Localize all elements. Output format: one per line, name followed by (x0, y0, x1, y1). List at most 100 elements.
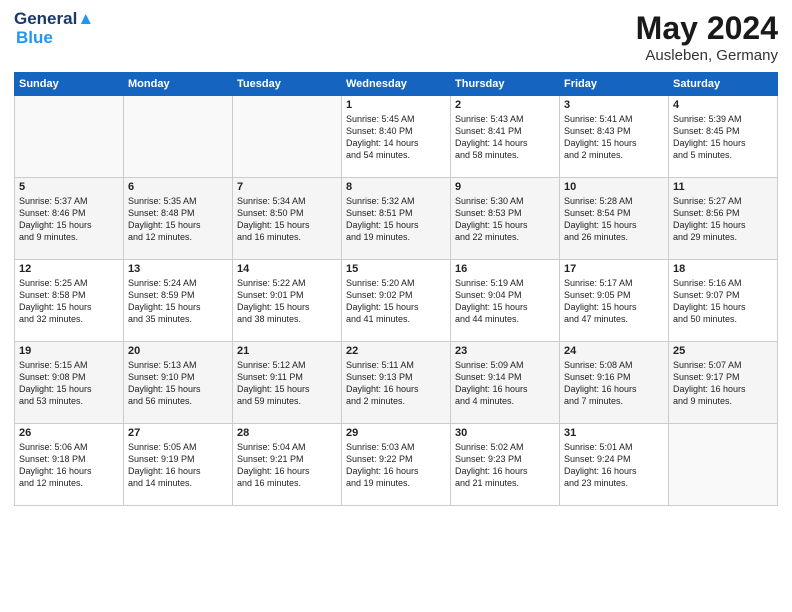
day-number: 2 (455, 99, 555, 111)
day-info: Sunrise: 5:04 AM Sunset: 9:21 PM Dayligh… (237, 441, 337, 490)
day-number: 10 (564, 181, 664, 193)
logo-blue: Blue (16, 29, 94, 48)
weekday-header-cell: Thursday (451, 73, 560, 96)
calendar-cell (15, 96, 124, 178)
day-info: Sunrise: 5:15 AM Sunset: 9:08 PM Dayligh… (19, 359, 119, 408)
calendar-cell: 25 Sunrise: 5:07 AM Sunset: 9:17 PM Dayli… (669, 342, 778, 424)
day-info: Sunrise: 5:16 AM Sunset: 9:07 PM Dayligh… (673, 277, 773, 326)
calendar-cell: 11Sunrise: 5:27 AM Sunset: 8:56 PM Dayli… (669, 178, 778, 260)
day-info: Sunrise: 5:12 AM Sunset: 9:11 PM Dayligh… (237, 359, 337, 408)
day-info: Sunrise: 5:30 AM Sunset: 8:53 PM Dayligh… (455, 195, 555, 244)
calendar-cell (233, 96, 342, 178)
calendar-cell: 15 Sunrise: 5:20 AM Sunset: 9:02 PM Dayli… (342, 260, 451, 342)
calendar-cell: 17 Sunrise: 5:17 AM Sunset: 9:05 PM Dayli… (560, 260, 669, 342)
day-info: Sunrise: 5:37 AM Sunset: 8:46 PM Dayligh… (19, 195, 119, 244)
day-number: 13 (128, 263, 228, 275)
day-number: 28 (237, 427, 337, 439)
calendar-cell (669, 424, 778, 506)
weekday-header-cell: Monday (124, 73, 233, 96)
weekday-header-cell: Sunday (15, 73, 124, 96)
day-number: 21 (237, 345, 337, 357)
day-number: 7 (237, 181, 337, 193)
day-info: Sunrise: 5:08 AM Sunset: 9:16 PM Dayligh… (564, 359, 664, 408)
calendar-cell: 5 Sunrise: 5:37 AM Sunset: 8:46 PM Daylig… (15, 178, 124, 260)
day-info: Sunrise: 5:24 AM Sunset: 8:59 PM Dayligh… (128, 277, 228, 326)
day-info: Sunrise: 5:34 AM Sunset: 8:50 PM Dayligh… (237, 195, 337, 244)
logo-text: General▲ (14, 10, 94, 29)
calendar-cell: 19Sunrise: 5:15 AM Sunset: 9:08 PM Dayli… (15, 342, 124, 424)
day-number: 1 (346, 99, 446, 111)
day-info: Sunrise: 5:25 AM Sunset: 8:58 PM Dayligh… (19, 277, 119, 326)
day-info: Sunrise: 5:45 AM Sunset: 8:40 PM Dayligh… (346, 113, 446, 162)
calendar-cell: 12 Sunrise: 5:25 AM Sunset: 8:58 PM Dayli… (15, 260, 124, 342)
calendar-cell: 30 Sunrise: 5:02 AM Sunset: 9:23 PM Dayli… (451, 424, 560, 506)
calendar-cell: 8 Sunrise: 5:32 AM Sunset: 8:51 PM Daylig… (342, 178, 451, 260)
day-number: 15 (346, 263, 446, 275)
calendar-table: SundayMondayTuesdayWednesdayThursdayFrid… (14, 72, 778, 506)
title-block: May 2024 Ausleben, Germany (636, 10, 778, 64)
location: Ausleben, Germany (636, 47, 778, 64)
day-number: 23 (455, 345, 555, 357)
day-info: Sunrise: 5:28 AM Sunset: 8:54 PM Dayligh… (564, 195, 664, 244)
day-number: 17 (564, 263, 664, 275)
day-number: 3 (564, 99, 664, 111)
day-info: Sunrise: 5:01 AM Sunset: 9:24 PM Dayligh… (564, 441, 664, 490)
day-number: 30 (455, 427, 555, 439)
day-info: Sunrise: 5:02 AM Sunset: 9:23 PM Dayligh… (455, 441, 555, 490)
calendar-cell: 16Sunrise: 5:19 AM Sunset: 9:04 PM Dayli… (451, 260, 560, 342)
day-info: Sunrise: 5:35 AM Sunset: 8:48 PM Dayligh… (128, 195, 228, 244)
month-title: May 2024 (636, 10, 778, 47)
weekday-header-cell: Saturday (669, 73, 778, 96)
day-number: 31 (564, 427, 664, 439)
day-info: Sunrise: 5:03 AM Sunset: 9:22 PM Dayligh… (346, 441, 446, 490)
calendar-cell: 10 Sunrise: 5:28 AM Sunset: 8:54 PM Dayli… (560, 178, 669, 260)
day-number: 8 (346, 181, 446, 193)
day-info: Sunrise: 5:13 AM Sunset: 9:10 PM Dayligh… (128, 359, 228, 408)
calendar-cell: 4 Sunrise: 5:39 AM Sunset: 8:45 PM Daylig… (669, 96, 778, 178)
day-number: 24 (564, 345, 664, 357)
calendar-week-row: 19Sunrise: 5:15 AM Sunset: 9:08 PM Dayli… (15, 342, 778, 424)
weekday-header-cell: Friday (560, 73, 669, 96)
calendar-cell: 6Sunrise: 5:35 AM Sunset: 8:48 PM Daylig… (124, 178, 233, 260)
header: General▲ Blue May 2024 Ausleben, Germany (14, 10, 778, 64)
calendar-cell: 28 Sunrise: 5:04 AM Sunset: 9:21 PM Dayli… (233, 424, 342, 506)
logo: General▲ Blue (14, 10, 94, 47)
calendar-cell: 18 Sunrise: 5:16 AM Sunset: 9:07 PM Dayli… (669, 260, 778, 342)
calendar-cell: 2 Sunrise: 5:43 AM Sunset: 8:41 PM Daylig… (451, 96, 560, 178)
calendar-body: 1 Sunrise: 5:45 AM Sunset: 8:40 PM Daylig… (15, 96, 778, 506)
calendar-cell: 1 Sunrise: 5:45 AM Sunset: 8:40 PM Daylig… (342, 96, 451, 178)
day-info: Sunrise: 5:20 AM Sunset: 9:02 PM Dayligh… (346, 277, 446, 326)
day-number: 20 (128, 345, 228, 357)
calendar-cell: 27Sunrise: 5:05 AM Sunset: 9:19 PM Dayli… (124, 424, 233, 506)
day-info: Sunrise: 5:06 AM Sunset: 9:18 PM Dayligh… (19, 441, 119, 490)
day-info: Sunrise: 5:09 AM Sunset: 9:14 PM Dayligh… (455, 359, 555, 408)
day-info: Sunrise: 5:39 AM Sunset: 8:45 PM Dayligh… (673, 113, 773, 162)
day-number: 18 (673, 263, 773, 275)
calendar-cell: 29Sunrise: 5:03 AM Sunset: 9:22 PM Dayli… (342, 424, 451, 506)
calendar-cell: 13 Sunrise: 5:24 AM Sunset: 8:59 PM Dayli… (124, 260, 233, 342)
weekday-header-cell: Tuesday (233, 73, 342, 96)
day-info: Sunrise: 5:07 AM Sunset: 9:17 PM Dayligh… (673, 359, 773, 408)
day-number: 16 (455, 263, 555, 275)
calendar-cell: 31 Sunrise: 5:01 AM Sunset: 9:24 PM Dayli… (560, 424, 669, 506)
day-info: Sunrise: 5:43 AM Sunset: 8:41 PM Dayligh… (455, 113, 555, 162)
day-number: 26 (19, 427, 119, 439)
day-info: Sunrise: 5:32 AM Sunset: 8:51 PM Dayligh… (346, 195, 446, 244)
day-number: 25 (673, 345, 773, 357)
day-info: Sunrise: 5:11 AM Sunset: 9:13 PM Dayligh… (346, 359, 446, 408)
day-info: Sunrise: 5:05 AM Sunset: 9:19 PM Dayligh… (128, 441, 228, 490)
weekday-header-row: SundayMondayTuesdayWednesdayThursdayFrid… (15, 73, 778, 96)
calendar-cell: 24 Sunrise: 5:08 AM Sunset: 9:16 PM Dayli… (560, 342, 669, 424)
calendar-cell: 23 Sunrise: 5:09 AM Sunset: 9:14 PM Dayli… (451, 342, 560, 424)
day-number: 12 (19, 263, 119, 275)
day-number: 14 (237, 263, 337, 275)
day-info: Sunrise: 5:41 AM Sunset: 8:43 PM Dayligh… (564, 113, 664, 162)
calendar-cell: 20 Sunrise: 5:13 AM Sunset: 9:10 PM Dayli… (124, 342, 233, 424)
calendar-cell: 3 Sunrise: 5:41 AM Sunset: 8:43 PM Daylig… (560, 96, 669, 178)
day-number: 4 (673, 99, 773, 111)
calendar-cell (124, 96, 233, 178)
calendar-cell: 7 Sunrise: 5:34 AM Sunset: 8:50 PM Daylig… (233, 178, 342, 260)
day-number: 5 (19, 181, 119, 193)
day-info: Sunrise: 5:17 AM Sunset: 9:05 PM Dayligh… (564, 277, 664, 326)
day-info: Sunrise: 5:22 AM Sunset: 9:01 PM Dayligh… (237, 277, 337, 326)
